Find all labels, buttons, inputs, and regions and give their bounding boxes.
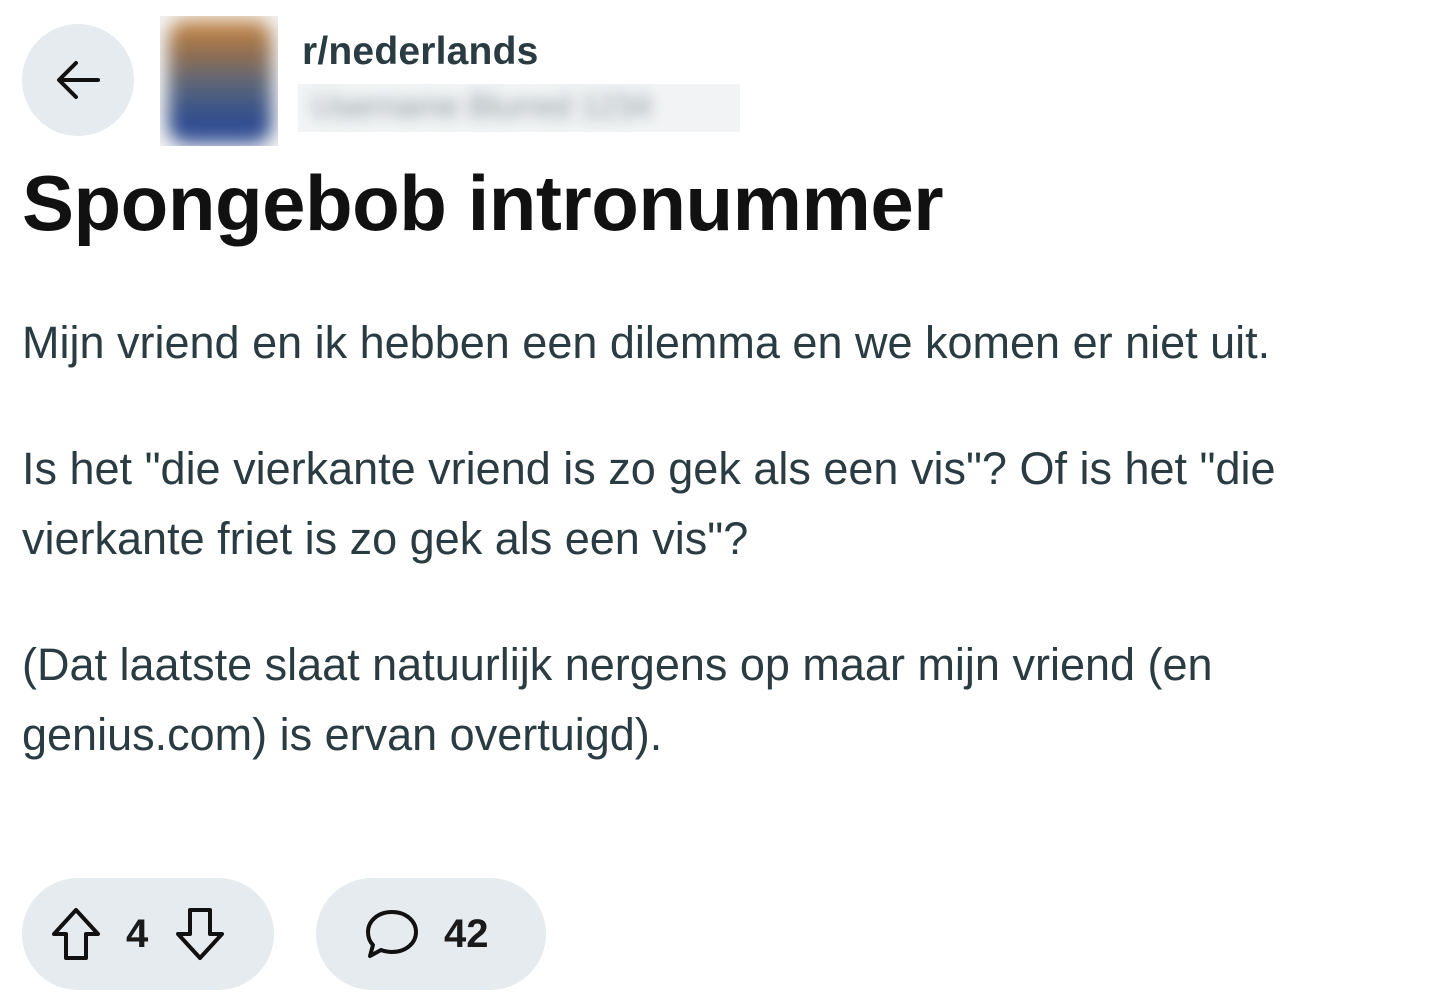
body-line: Mijn vriend en ik hebben een dilemma en … xyxy=(22,317,1271,368)
body-paragraph: (Dat laatste slaat natuurlijk nergens op… xyxy=(22,630,1452,770)
downvote-button[interactable] xyxy=(174,906,226,962)
post-title: Spongebob intronummer xyxy=(22,159,944,247)
avatar-image-blurred xyxy=(168,20,272,144)
vote-count: 4 xyxy=(126,911,149,956)
vote-bar: 4 xyxy=(22,878,274,990)
upvote-button[interactable] xyxy=(50,906,102,962)
body-paragraph: Is het "die vierkante vriend is zo gek a… xyxy=(22,434,1452,574)
body-line: Is het "die vierkante vriend is zo gek a… xyxy=(22,443,1276,494)
back-button[interactable] xyxy=(22,24,134,136)
comments-button[interactable]: 42 xyxy=(316,878,546,990)
body-paragraph: Mijn vriend en ik hebben een dilemma en … xyxy=(22,308,1452,378)
speech-bubble-icon xyxy=(366,910,418,958)
username-text-blurred: Username Blurred 1234 xyxy=(312,88,652,124)
author-username-redacted[interactable]: Username Blurred 1234 xyxy=(298,84,740,132)
post-page: r/nederlands Username Blurred 1234 Spong… xyxy=(0,0,1454,1006)
comment-count: 42 xyxy=(444,911,489,956)
body-line: vierkante friet is zo gek als een vis"? xyxy=(22,513,749,564)
upvote-arrow-icon xyxy=(52,908,100,960)
arrow-left-icon xyxy=(57,61,100,99)
subreddit-name[interactable]: r/nederlands xyxy=(302,30,538,74)
subreddit-avatar[interactable] xyxy=(160,16,278,146)
body-line: (Dat laatste slaat natuurlijk nergens op… xyxy=(22,639,1213,690)
post-body: Mijn vriend en ik hebben een dilemma en … xyxy=(22,308,1452,826)
body-line: genius.com) is ervan overtuigd). xyxy=(22,709,663,760)
downvote-arrow-icon xyxy=(176,908,225,960)
